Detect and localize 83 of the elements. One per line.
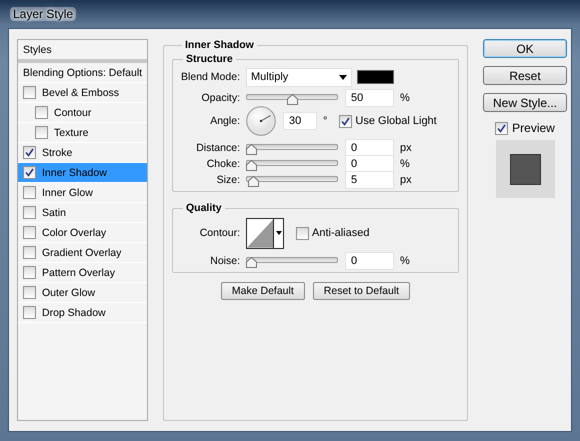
item-label: Pattern Overlay — [42, 266, 115, 278]
checkbox[interactable] — [23, 246, 36, 259]
item-label: Texture — [54, 126, 88, 138]
slider[interactable] — [246, 91, 338, 105]
color-swatch[interactable] — [357, 70, 394, 84]
style-list-item[interactable]: Gradient Overlay — [18, 243, 147, 263]
field-label: Noise: — [209, 255, 240, 267]
style-list-item[interactable]: Satin — [18, 203, 147, 223]
style-list-item[interactable]: Blending Options: Default — [18, 63, 147, 83]
checkbox-label: Anti-aliased — [312, 227, 370, 239]
checkbox-label: Preview — [512, 121, 555, 135]
checkbox[interactable] — [23, 146, 36, 159]
checkbox[interactable] — [23, 166, 36, 179]
contour-picker[interactable] — [246, 218, 284, 248]
style-list-item[interactable]: Drop Shadow — [18, 303, 147, 323]
style-list-item[interactable]: Bevel & Emboss — [18, 83, 147, 103]
item-label: Outer Glow — [42, 286, 96, 298]
style-list-item[interactable]: Inner Shadow — [18, 163, 147, 183]
item-label: Stroke — [42, 146, 72, 158]
style-list-item[interactable]: Inner Glow — [18, 183, 147, 203]
unit-label: px — [400, 142, 412, 154]
field-label: Distance: — [195, 142, 240, 154]
dropdown-value: Multiply — [251, 71, 288, 83]
checkbox-label: Use Global Light — [355, 115, 437, 127]
group-title: Structure — [185, 53, 234, 65]
unit-label: % — [400, 255, 410, 267]
field-label: Blend Mode: — [180, 71, 240, 83]
checkbox[interactable] — [35, 126, 48, 139]
field-label: Choke: — [206, 158, 240, 170]
unit-label: % — [400, 92, 410, 104]
checkbox[interactable] — [23, 86, 36, 99]
field-label: Angle: — [209, 115, 240, 127]
group-title: Quality — [185, 202, 223, 214]
unit-label: % — [400, 158, 410, 170]
item-label: Color Overlay — [42, 226, 106, 238]
checkbox[interactable] — [23, 266, 36, 279]
style-list-item[interactable]: Pattern Overlay — [18, 263, 147, 283]
group-title: Inner Shadow — [184, 39, 255, 51]
checkbox[interactable] — [23, 206, 36, 219]
checkbox[interactable] — [495, 122, 508, 134]
item-label: Drop Shadow — [42, 306, 106, 318]
slider[interactable] — [246, 141, 338, 155]
checkbox[interactable] — [339, 114, 352, 128]
angle-dial[interactable] — [246, 106, 276, 136]
checkbox[interactable] — [296, 226, 309, 240]
item-label: Gradient Overlay — [42, 246, 122, 258]
caret-icon[interactable] — [276, 231, 282, 235]
field-label: Size: — [216, 174, 240, 186]
checkbox[interactable] — [23, 286, 36, 299]
style-list-item[interactable]: Contour — [18, 103, 147, 123]
list-header: Styles — [18, 40, 147, 63]
field-label: Opacity: — [200, 92, 240, 104]
field-label: Contour: — [198, 227, 240, 239]
number-field[interactable]: 0 — [345, 252, 394, 270]
dialog-button[interactable]: Reset — [483, 66, 567, 85]
style-list-item[interactable]: Texture — [18, 123, 147, 143]
number-field[interactable]: 5 — [345, 171, 394, 189]
checkbox[interactable] — [23, 226, 36, 239]
item-label: Contour — [54, 106, 92, 118]
dialog-button[interactable]: Reset to Default — [312, 282, 410, 300]
item-label: Satin — [42, 206, 66, 218]
dialog-button[interactable]: New Style... — [483, 93, 567, 112]
contour-curve-icon — [247, 218, 274, 248]
slider[interactable] — [246, 173, 338, 187]
slider[interactable] — [246, 157, 338, 171]
dialog-button[interactable]: Make Default — [220, 282, 305, 300]
blend-mode-dropdown[interactable]: Multiply — [246, 68, 352, 86]
style-list-item[interactable]: Color Overlay — [18, 223, 147, 243]
checkbox[interactable] — [23, 306, 36, 319]
unit-label: px — [400, 174, 412, 186]
slider[interactable] — [246, 254, 338, 268]
checkbox[interactable] — [35, 106, 48, 119]
unit-label: ° — [323, 115, 328, 127]
item-label: Inner Glow — [42, 186, 93, 198]
ok-button[interactable]: OK — [483, 39, 567, 58]
preview-thumbnail — [496, 140, 554, 198]
item-label: Inner Shadow — [42, 166, 107, 178]
style-list-item[interactable]: Outer Glow — [18, 283, 147, 303]
caret-icon — [339, 74, 347, 80]
checkbox[interactable] — [23, 186, 36, 199]
number-field[interactable]: 30 — [283, 112, 317, 130]
number-field[interactable]: 50 — [345, 89, 394, 107]
item-label: Bevel & Emboss — [42, 86, 120, 98]
